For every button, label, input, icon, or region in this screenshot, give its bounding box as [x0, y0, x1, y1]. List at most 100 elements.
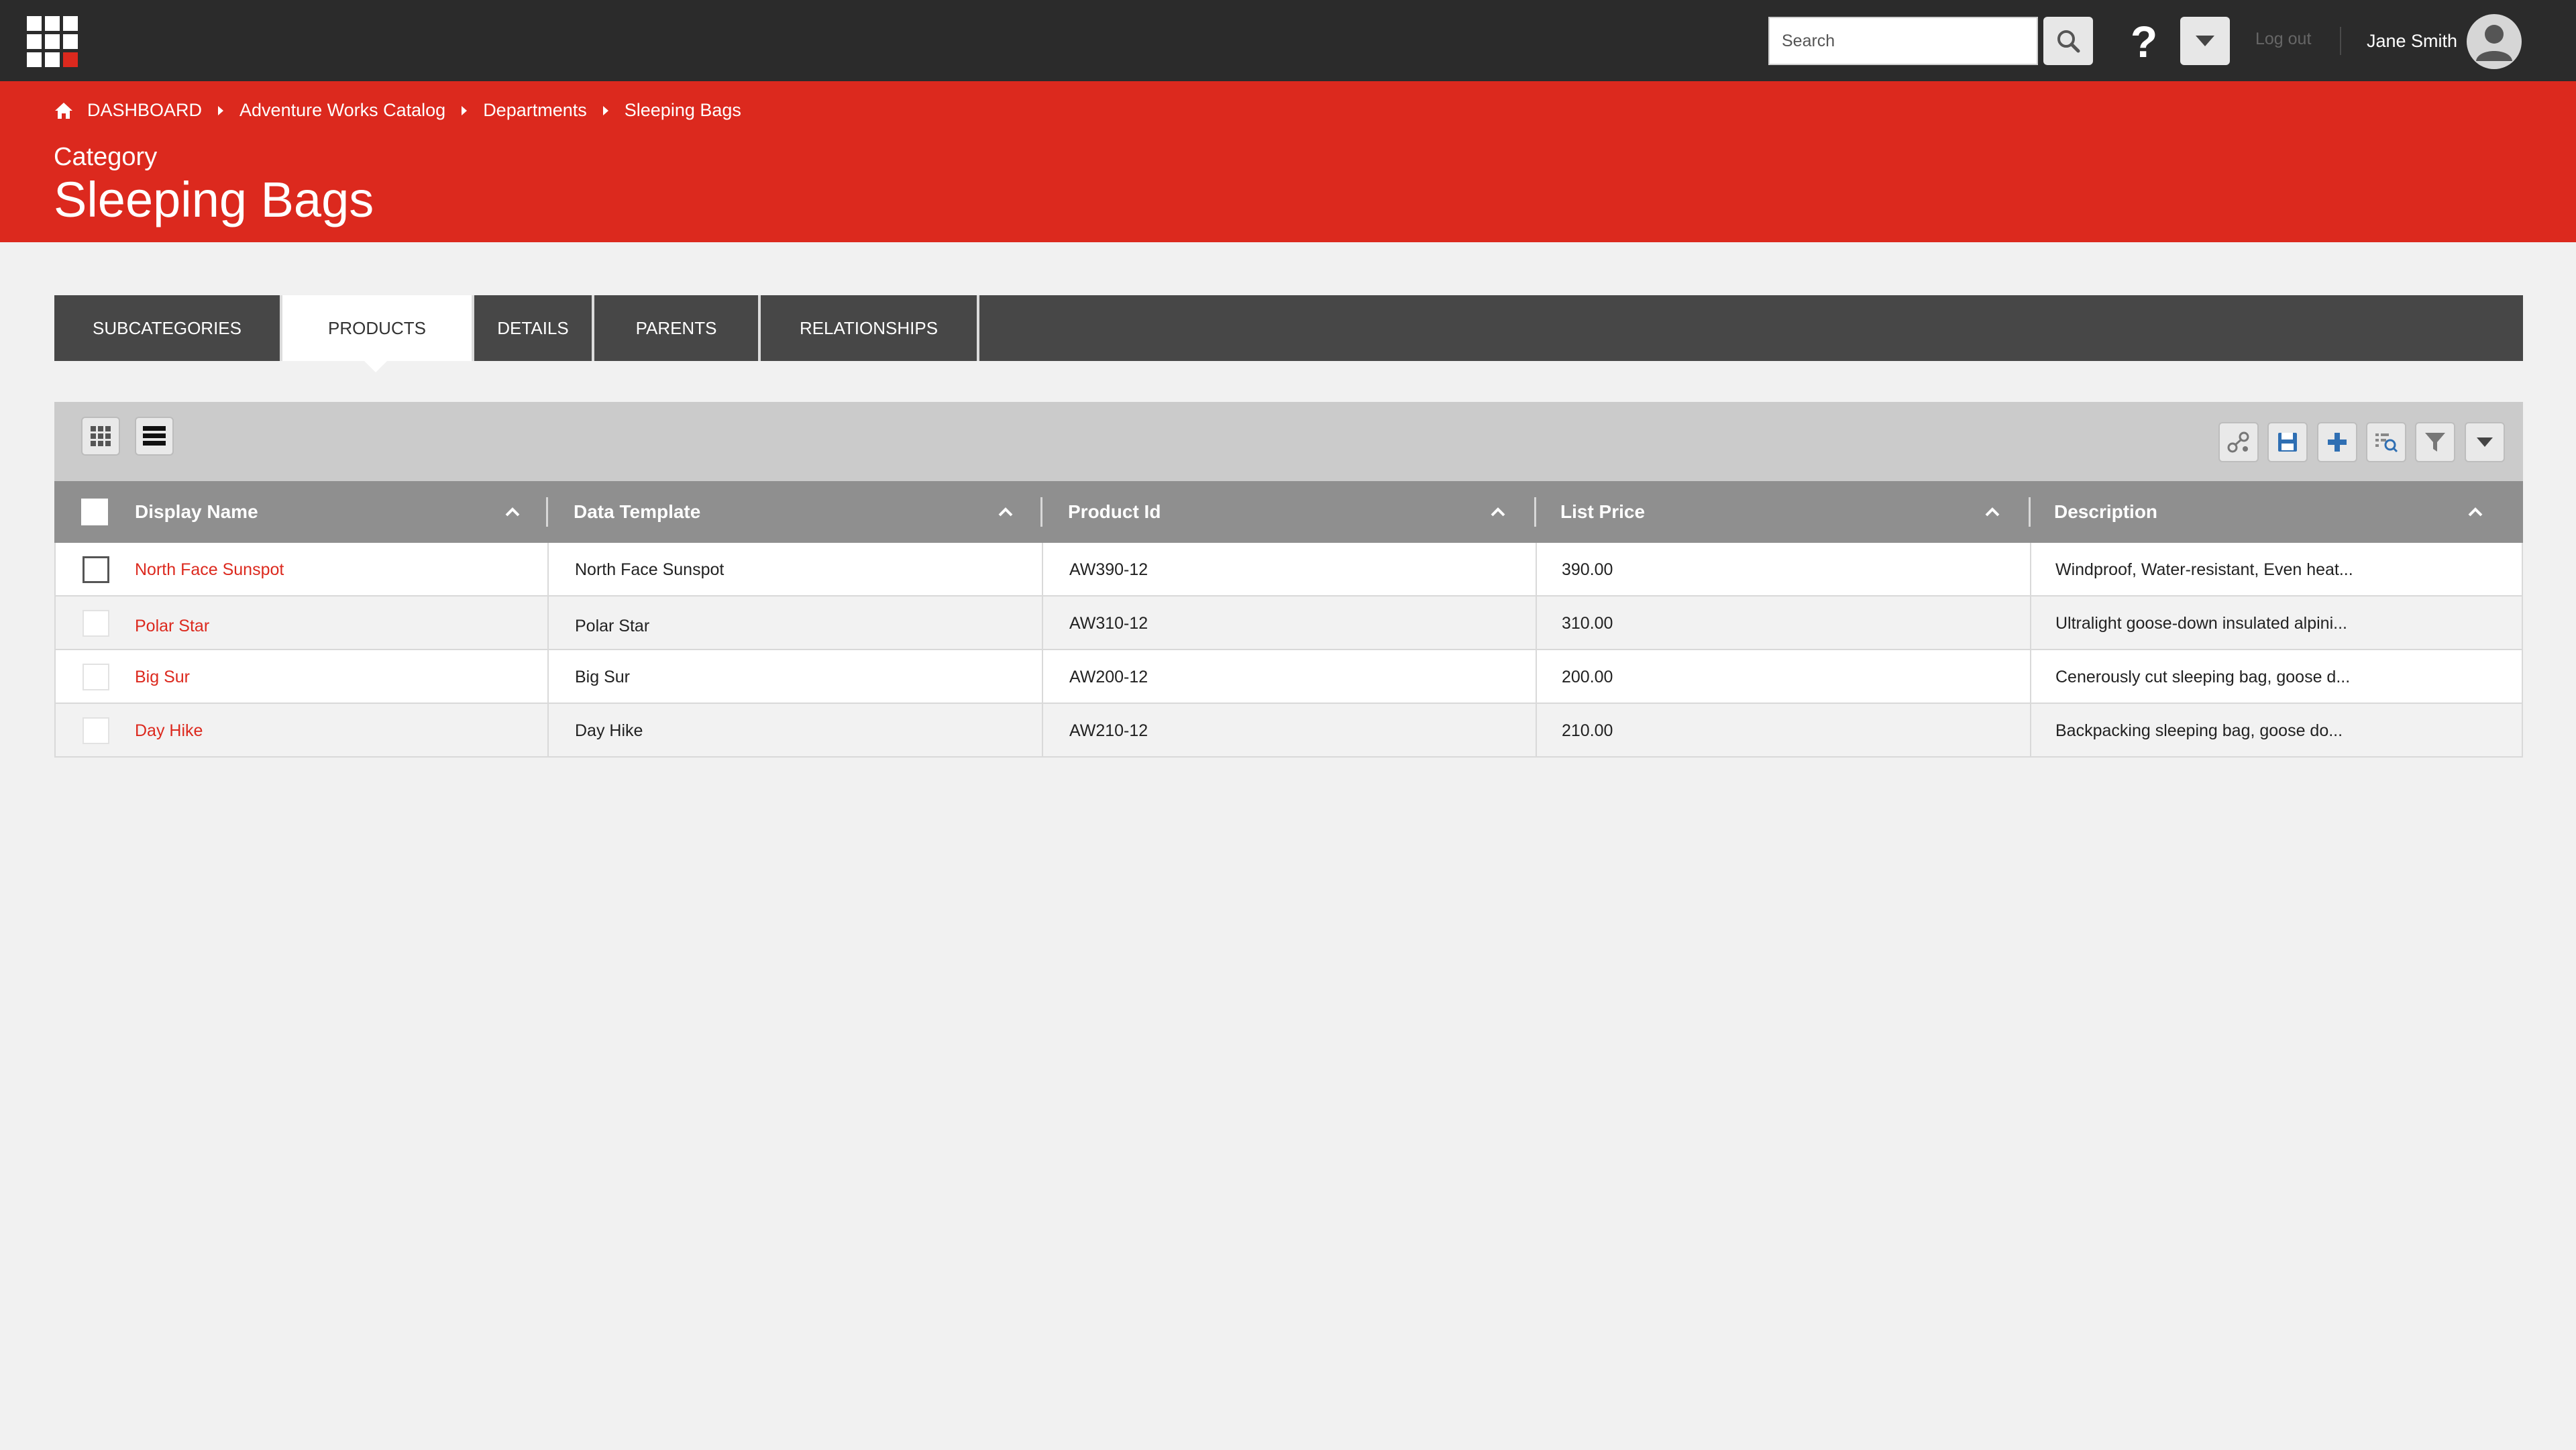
- home-icon[interactable]: [54, 101, 74, 121]
- column-divider[interactable]: [1040, 497, 1042, 527]
- cell-divider: [1536, 650, 1537, 704]
- tile-view-icon: [91, 426, 111, 446]
- cell-divider: [1536, 704, 1537, 758]
- column-label: Display Name: [135, 501, 258, 522]
- tab-relationships[interactable]: RELATIONSHIPS: [761, 295, 979, 361]
- chevron-down-icon: [2196, 36, 2214, 46]
- description-cell: Windproof, Water-resistant, Even heat...: [2055, 560, 2353, 579]
- column-header-display-name[interactable]: Display Name: [135, 481, 531, 543]
- product-id-cell: AW310-12: [1069, 613, 1148, 633]
- cell-divider: [2030, 650, 2031, 704]
- top-bar: ? Log out Jane Smith: [0, 0, 2576, 81]
- breadcrumb-current: Sleeping Bags: [624, 100, 741, 120]
- page-header: DASHBOARD Adventure Works Catalog Depart…: [0, 81, 2576, 242]
- product-id-cell: AW390-12: [1069, 560, 1148, 579]
- breadcrumb-arrow-icon: [218, 105, 224, 115]
- cell-divider: [1042, 597, 1043, 650]
- sort-chevron-up-icon[interactable]: [997, 504, 1014, 520]
- list-price-cell: 210.00: [1562, 721, 1613, 740]
- display-name-link[interactable]: North Face Sunspot: [135, 543, 284, 597]
- display-name-link[interactable]: Big Sur: [135, 650, 190, 704]
- table-row[interactable]: Day Hike Day Hike AW210-12 210.00 Backpa…: [54, 704, 2523, 758]
- breadcrumb-arrow-icon: [602, 105, 608, 115]
- column-label: List Price: [1560, 501, 1646, 522]
- row-checkbox[interactable]: [83, 664, 109, 690]
- sort-chevron-up-icon[interactable]: [1489, 504, 1507, 520]
- select-all-checkbox[interactable]: [81, 499, 108, 525]
- tile-view-button[interactable]: [81, 417, 120, 456]
- search-list-icon: [2375, 433, 2398, 453]
- column-header-list-price[interactable]: List Price: [1560, 481, 2030, 543]
- cell-divider: [1042, 704, 1043, 758]
- cell-divider: [2030, 543, 2031, 597]
- table-row[interactable]: Big Sur Big Sur AW200-12 200.00 Cenerous…: [54, 650, 2523, 704]
- column-label: Description: [2054, 501, 2158, 522]
- row-checkbox[interactable]: [83, 556, 109, 583]
- table-row[interactable]: Polar Star Polar Star AW310-12 310.00 Ul…: [54, 597, 2523, 650]
- page-title: Sleeping Bags: [54, 172, 374, 227]
- breadcrumb-departments[interactable]: Departments: [483, 100, 587, 121]
- tab-subcategories[interactable]: SUBCATEGORIES: [54, 295, 282, 361]
- data-template-cell: North Face Sunspot: [575, 560, 724, 579]
- product-id-cell: AW210-12: [1069, 721, 1148, 740]
- add-icon: [2328, 433, 2347, 452]
- column-header-data-template[interactable]: Data Template: [574, 481, 1043, 543]
- add-button[interactable]: [2317, 422, 2357, 462]
- cell-divider: [2030, 597, 2031, 650]
- breadcrumb: DASHBOARD Adventure Works Catalog Depart…: [54, 100, 741, 121]
- grid-toolbar: [54, 402, 2523, 481]
- user-name: Jane Smith: [2367, 31, 2458, 51]
- more-dropdown-button[interactable]: [2465, 422, 2505, 462]
- description-cell: Cenerously cut sleeping bag, goose d...: [2055, 667, 2351, 686]
- breadcrumb-catalog[interactable]: Adventure Works Catalog: [239, 100, 445, 121]
- row-checkbox[interactable]: [83, 610, 109, 637]
- search-input[interactable]: [1768, 17, 2038, 65]
- data-template-cell: Big Sur: [575, 667, 630, 686]
- display-name-link[interactable]: Day Hike: [135, 704, 203, 758]
- column-divider[interactable]: [1534, 497, 1536, 527]
- column-label: Data Template: [574, 501, 701, 522]
- row-checkbox[interactable]: [83, 717, 109, 744]
- tab-details[interactable]: DETAILS: [474, 295, 594, 361]
- active-tab-pointer: [364, 361, 387, 372]
- sort-chevron-up-icon[interactable]: [504, 504, 521, 520]
- table-row[interactable]: North Face Sunspot North Face Sunspot AW…: [54, 543, 2523, 597]
- column-divider[interactable]: [546, 497, 548, 527]
- column-divider[interactable]: [2029, 497, 2031, 527]
- breadcrumb-dashboard[interactable]: DASHBOARD: [87, 100, 202, 121]
- cell-divider: [547, 597, 549, 650]
- cell-divider: [1042, 650, 1043, 704]
- app-launcher-icon[interactable]: [27, 16, 80, 67]
- search-icon: [2057, 30, 2080, 53]
- tab-parents[interactable]: PARENTS: [594, 295, 761, 361]
- tab-bar: SUBCATEGORIES PRODUCTS DETAILS PARENTS R…: [54, 295, 2523, 361]
- column-header-description[interactable]: Description: [2054, 481, 2510, 543]
- menu-dropdown-button[interactable]: [2180, 17, 2230, 65]
- relations-button[interactable]: [2218, 422, 2259, 462]
- description-cell: Ultralight goose-down insulated alpini..…: [2055, 613, 2347, 633]
- list-price-cell: 200.00: [1562, 667, 1613, 686]
- avatar[interactable]: [2467, 14, 2522, 69]
- help-icon[interactable]: ?: [2124, 15, 2164, 68]
- data-template-cell: Polar Star: [575, 616, 650, 635]
- save-button[interactable]: [2267, 422, 2308, 462]
- column-header-product-id[interactable]: Product Id: [1068, 481, 1538, 543]
- tab-products[interactable]: PRODUCTS: [282, 295, 474, 361]
- search-list-button[interactable]: [2366, 422, 2406, 462]
- data-template-cell: Day Hike: [575, 721, 643, 740]
- list-price-cell: 390.00: [1562, 560, 1613, 579]
- filter-button[interactable]: [2415, 422, 2455, 462]
- search-button[interactable]: [2043, 17, 2093, 65]
- relations-icon: [2227, 431, 2249, 453]
- display-name-link[interactable]: Polar Star: [135, 599, 209, 653]
- cell-divider: [1536, 543, 1537, 597]
- breadcrumb-arrow-icon: [462, 105, 468, 115]
- sort-chevron-up-icon[interactable]: [1984, 504, 2001, 520]
- list-view-button[interactable]: [135, 417, 174, 456]
- sort-chevron-up-icon[interactable]: [2467, 504, 2484, 520]
- column-label: Product Id: [1068, 501, 1161, 522]
- cell-divider: [547, 650, 549, 704]
- grid-header: Display Name Data Template Product Id Li…: [54, 481, 2523, 543]
- logout-link[interactable]: Log out: [2255, 30, 2311, 49]
- list-view-icon: [143, 426, 166, 446]
